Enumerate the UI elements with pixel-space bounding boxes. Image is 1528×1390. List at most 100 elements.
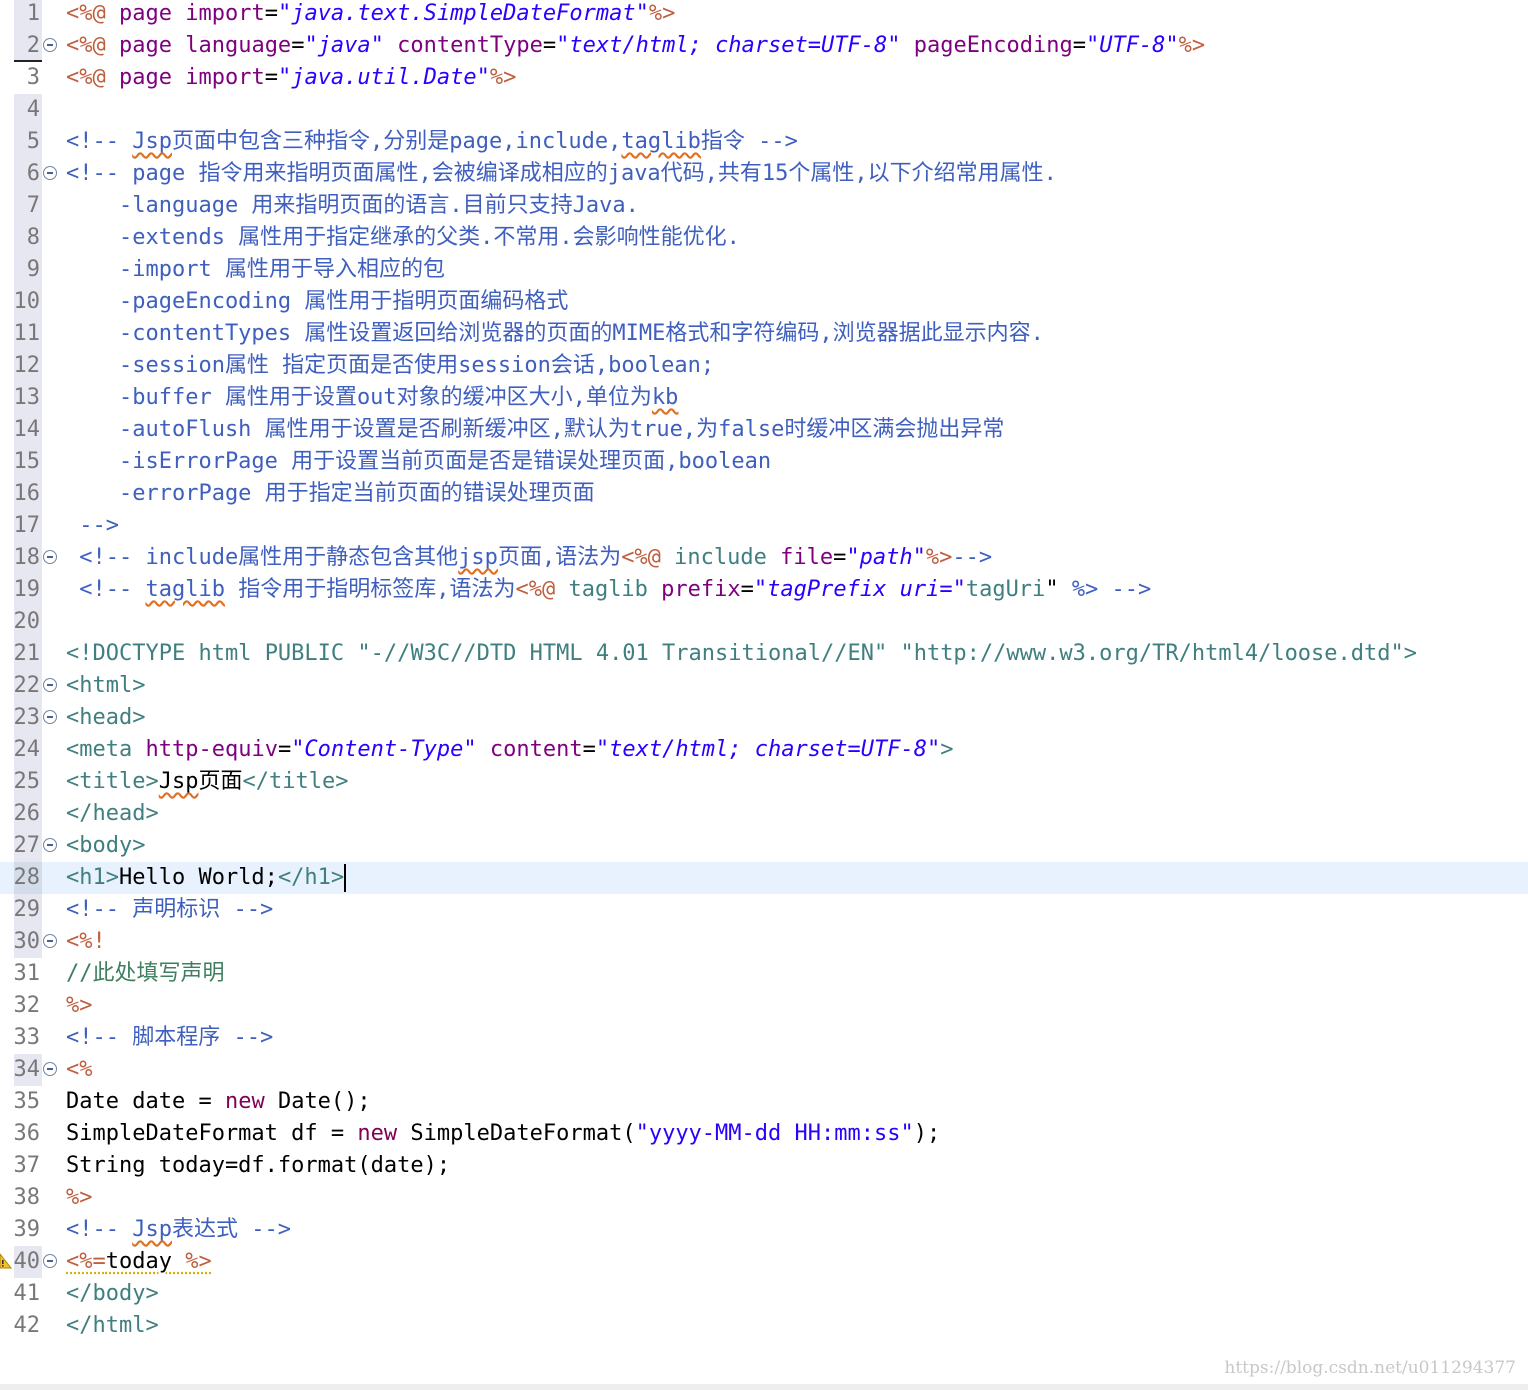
code-text[interactable]: -pageEncoding 属性用于指明页面编码格式 (66, 286, 568, 318)
code-text[interactable]: -import 属性用于导入相应的包 (66, 254, 445, 286)
horizontal-scrollbar[interactable] (0, 1384, 1528, 1390)
code-text[interactable]: </head> (66, 798, 159, 830)
code-text[interactable]: Date date = new Date(); (66, 1086, 371, 1118)
code-line[interactable]: 15 -isErrorPage 用于设置当前页面是否是错误处理页面,boolea… (0, 446, 1528, 478)
code-text[interactable]: <%@ page language="java" contentType="te… (66, 30, 1205, 62)
code-line[interactable]: 6 <!-- page 指令用来指明页面属性,会被编译成相应的java代码,共有1… (0, 158, 1528, 190)
code-line[interactable]: 16 -errorPage 用于指定当前页面的错误处理页面 (0, 478, 1528, 510)
code-editor[interactable]: 1 <%@ page import="java.text.SimpleDateFo… (0, 0, 1528, 1384)
fold-collapse-icon[interactable] (43, 38, 57, 52)
code-line[interactable]: 26 </head> (0, 798, 1528, 830)
code-text[interactable]: --> (66, 510, 119, 542)
code-line[interactable]: 7 -language 用来指明页面的语言.目前只支持Java. (0, 190, 1528, 222)
code-token: Hello World; (118, 865, 278, 890)
code-token: <!-- include属性用于静态包含其他 (66, 545, 459, 570)
code-text[interactable]: <!-- include属性用于静态包含其他jsp页面,语法为<%@ inclu… (66, 542, 992, 574)
code-line[interactable]: 17 --> (0, 510, 1528, 542)
fold-collapse-icon[interactable] (43, 838, 57, 852)
code-line[interactable]: 35 Date date = new Date(); (0, 1086, 1528, 1118)
code-text[interactable]: -language 用来指明页面的语言.目前只支持Java. (66, 190, 639, 222)
code-line[interactable]: 10 -pageEncoding 属性用于指明页面编码格式 (0, 286, 1528, 318)
code-line[interactable]: 40 <%=today %> (0, 1246, 1528, 1278)
code-text[interactable]: SimpleDateFormat df = new SimpleDateForm… (66, 1118, 940, 1150)
code-line[interactable]: 14 -autoFlush 属性用于设置是否刷新缓冲区,默认为true,为fal… (0, 414, 1528, 446)
code-line[interactable]: 3 <%@ page import="java.util.Date"%> (0, 62, 1528, 94)
code-text[interactable]: -session属性 指定页面是否使用session会话,boolean; (66, 350, 714, 382)
warning-icon[interactable] (0, 1252, 12, 1270)
code-text[interactable]: <!-- Jsp页面中包含三种指令,分别是page,include,taglib… (66, 126, 798, 158)
code-token: Jsp (132, 129, 172, 154)
code-line[interactable]: 42 </html> (0, 1310, 1528, 1342)
code-text[interactable]: -isErrorPage 用于设置当前页面是否是错误处理页面,boolean (66, 446, 771, 478)
code-text[interactable]: <%@ page import="java.text.SimpleDateFor… (66, 0, 675, 30)
code-line[interactable]: 23 <head> (0, 702, 1528, 734)
code-line[interactable]: 37 String today=df.format(date); (0, 1150, 1528, 1182)
code-line[interactable]: 39 <!-- Jsp表达式 --> (0, 1214, 1528, 1246)
code-line[interactable]: 1 <%@ page import="java.text.SimpleDateFo… (0, 0, 1528, 30)
code-text[interactable]: //此处填写声明 (66, 958, 225, 990)
code-line[interactable]: 13 -buffer 属性用于设置out对象的缓冲区大小,单位为kb (0, 382, 1528, 414)
fold-collapse-icon[interactable] (43, 550, 57, 564)
code-line[interactable]: 18 <!-- include属性用于静态包含其他jsp页面,语法为<%@ in… (0, 542, 1528, 574)
code-line[interactable]: 19 <!-- taglib 指令用于指明标签库,语法为<%@ taglib p… (0, 574, 1528, 606)
fold-collapse-icon[interactable] (43, 1062, 57, 1076)
code-text[interactable]: <h1>Hello World;</h1> (66, 862, 347, 894)
code-line[interactable]: 25 <title>Jsp页面</title> (0, 766, 1528, 798)
code-line[interactable]: 28 <h1>Hello World;</h1> (0, 862, 1528, 894)
code-line[interactable]: 9 -import 属性用于导入相应的包 (0, 254, 1528, 286)
code-text[interactable]: String today=df.format(date); (66, 1150, 450, 1182)
code-text[interactable]: <body> (66, 830, 145, 862)
code-text[interactable]: <!-- 声明标识 --> (66, 894, 273, 926)
code-text[interactable]: <%=today %> (66, 1246, 212, 1278)
code-line[interactable]: 22 <html> (0, 670, 1528, 702)
code-line[interactable]: 20 (0, 606, 1528, 638)
code-line[interactable]: 34 <% (0, 1054, 1528, 1086)
code-line[interactable]: 30 <%! (0, 926, 1528, 958)
fold-collapse-icon[interactable] (43, 934, 57, 948)
code-token: "-//W3C//DTD HTML 4.01 Transitional//EN"… (357, 641, 1418, 666)
code-text[interactable]: -extends 属性用于指定继承的父类.不常用.会影响性能优化. (66, 222, 740, 254)
code-text[interactable]: <!-- taglib 指令用于指明标签库,语法为<%@ taglib pref… (66, 574, 1151, 606)
code-text[interactable]: <%@ page import="java.util.Date"%> (66, 62, 516, 94)
code-line[interactable]: 29 <!-- 声明标识 --> (0, 894, 1528, 926)
code-text[interactable]: <title>Jsp页面</title> (66, 766, 348, 798)
code-text[interactable]: <head> (66, 702, 145, 734)
code-line[interactable]: 38 %> (0, 1182, 1528, 1214)
code-line[interactable]: 31 //此处填写声明 (0, 958, 1528, 990)
code-line[interactable]: 36 SimpleDateFormat df = new SimpleDateFo… (0, 1118, 1528, 1150)
line-number: 15 (13, 449, 41, 474)
code-line[interactable]: 27 <body> (0, 830, 1528, 862)
code-line[interactable]: 41 </body> (0, 1278, 1528, 1310)
code-text[interactable]: </body> (66, 1278, 159, 1310)
fold-collapse-icon[interactable] (43, 166, 57, 180)
fold-collapse-icon[interactable] (43, 678, 57, 692)
code-line[interactable]: 12 -session属性 指定页面是否使用session会话,boolean; (0, 350, 1528, 382)
code-text[interactable]: -errorPage 用于指定当前页面的错误处理页面 (66, 478, 595, 510)
code-text[interactable]: <% (66, 1054, 93, 1086)
fold-collapse-icon[interactable] (43, 710, 57, 724)
line-number: 31 (13, 961, 41, 986)
code-text[interactable]: <meta http-equiv="Content-Type" content=… (66, 734, 953, 766)
code-text[interactable]: -contentTypes 属性设置返回给浏览器的页面的MIME格式和字符编码,… (66, 318, 1044, 350)
code-line[interactable]: 33 <!-- 脚本程序 --> (0, 1022, 1528, 1054)
code-text[interactable]: <html> (66, 670, 145, 702)
code-line[interactable]: 24 <meta http-equiv="Content-Type" conten… (0, 734, 1528, 766)
code-text[interactable]: <!DOCTYPE html PUBLIC "-//W3C//DTD HTML … (66, 638, 1417, 670)
code-text[interactable]: <!-- Jsp表达式 --> (66, 1214, 291, 1246)
code-text[interactable]: %> (66, 1182, 93, 1214)
code-line[interactable]: 8 -extends 属性用于指定继承的父类.不常用.会影响性能优化. (0, 222, 1528, 254)
code-line[interactable]: 32 %> (0, 990, 1528, 1022)
code-text[interactable]: <%! (66, 926, 106, 958)
code-line[interactable]: 21 <!DOCTYPE html PUBLIC "-//W3C//DTD HTM… (0, 638, 1528, 670)
code-text[interactable]: -autoFlush 属性用于设置是否刷新缓冲区,默认为true,为false时… (66, 414, 1004, 446)
code-text[interactable]: <!-- 脚本程序 --> (66, 1022, 273, 1054)
code-line[interactable]: 5 <!-- Jsp页面中包含三种指令,分别是page,include,tagli… (0, 126, 1528, 158)
code-text[interactable]: </html> (66, 1310, 159, 1342)
code-line[interactable]: 2 <%@ page language="java" contentType="t… (0, 30, 1528, 62)
code-text[interactable]: <!-- page 指令用来指明页面属性,会被编译成相应的java代码,共有15… (66, 158, 1057, 190)
code-line[interactable]: 4 (0, 94, 1528, 126)
code-text[interactable]: -buffer 属性用于设置out对象的缓冲区大小,单位为kb (66, 382, 678, 414)
code-line[interactable]: 11 -contentTypes 属性设置返回给浏览器的页面的MIME格式和字符… (0, 318, 1528, 350)
fold-collapse-icon[interactable] (43, 1254, 57, 1268)
code-text[interactable]: %> (66, 990, 93, 1022)
